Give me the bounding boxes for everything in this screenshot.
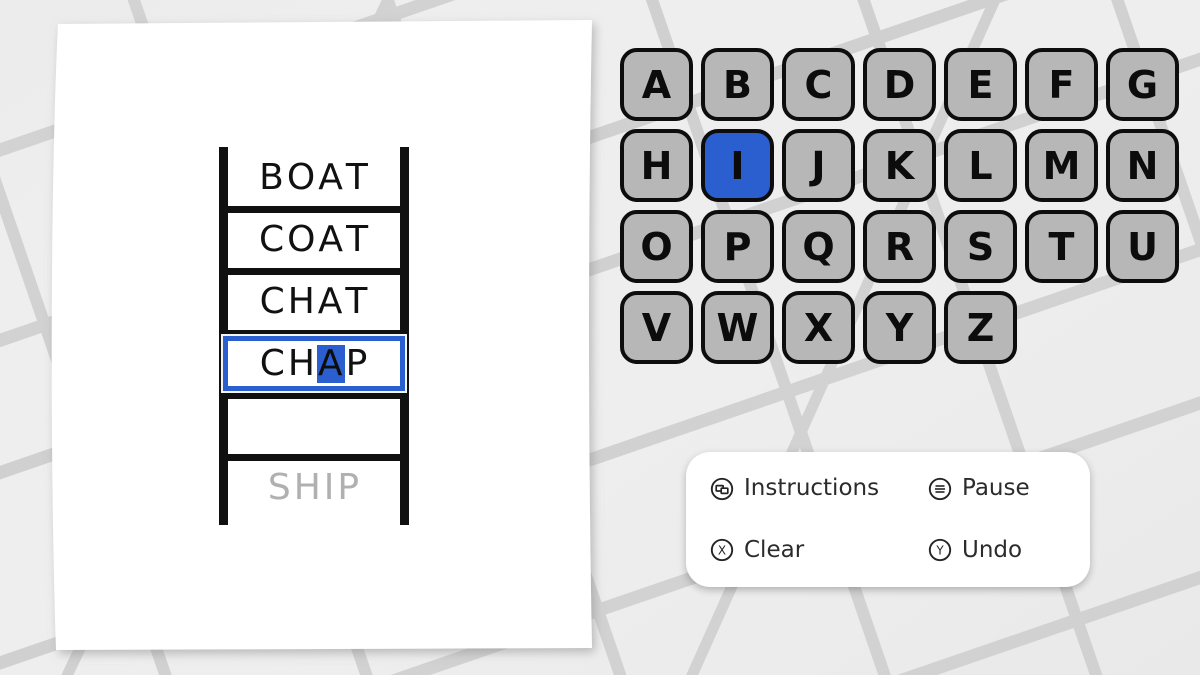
control-instructions[interactable]: Instructions xyxy=(710,477,928,501)
ladder-word: CHAT xyxy=(259,283,370,321)
key-u[interactable]: U xyxy=(1106,210,1179,283)
x-button-icon: X xyxy=(710,538,734,562)
letter: T xyxy=(344,283,369,321)
letter-keyboard[interactable]: ABCDEFG HIJKLMN OPQRSTU VWXYZ xyxy=(620,48,1184,372)
key-t[interactable]: T xyxy=(1025,210,1098,283)
key-m[interactable]: M xyxy=(1025,129,1098,202)
key-x[interactable]: X xyxy=(782,291,855,364)
control-label: Undo xyxy=(962,539,1022,562)
letter: A xyxy=(317,221,345,259)
letter: A xyxy=(317,159,345,197)
letter: C xyxy=(258,221,286,259)
control-label: Clear xyxy=(744,539,804,562)
ladder-word: SHIP xyxy=(267,469,361,507)
key-r[interactable]: R xyxy=(863,210,936,283)
key-n[interactable]: N xyxy=(1106,129,1179,202)
letter: H xyxy=(287,283,317,321)
ladder-word: COAT xyxy=(258,221,370,259)
letter: I xyxy=(323,469,337,507)
key-c[interactable]: C xyxy=(782,48,855,121)
letter: O xyxy=(286,159,317,197)
key-p[interactable]: P xyxy=(701,210,774,283)
ladder-row-target[interactable]: SHIP xyxy=(225,460,403,515)
y-button-icon: Y xyxy=(928,538,952,562)
svg-text:Y: Y xyxy=(935,544,944,558)
ladder-row-solved[interactable]: CHAT xyxy=(225,274,403,329)
controls-panel: Instructions Pause X Clear Y Undo xyxy=(686,452,1090,587)
key-o[interactable]: O xyxy=(620,210,693,283)
key-z[interactable]: Z xyxy=(944,291,1017,364)
ladder-row-solved[interactable]: COAT xyxy=(225,212,403,267)
letter: S xyxy=(267,469,293,507)
keyboard-row-1: ABCDEFG xyxy=(620,48,1184,121)
key-j[interactable]: J xyxy=(782,129,855,202)
letter: H xyxy=(293,469,323,507)
keyboard-row-2: HIJKLMN xyxy=(620,129,1184,202)
key-h[interactable]: H xyxy=(620,129,693,202)
key-y[interactable]: Y xyxy=(863,291,936,364)
ladder-word: BOAT xyxy=(258,159,370,197)
ladder-word: CHAP xyxy=(259,345,370,383)
keyboard-row-3: OPQRSTU xyxy=(620,210,1184,283)
letter-cursor: A xyxy=(317,345,345,383)
key-a[interactable]: A xyxy=(620,48,693,121)
key-e[interactable]: E xyxy=(944,48,1017,121)
key-s[interactable]: S xyxy=(944,210,1017,283)
control-label: Instructions xyxy=(744,477,879,500)
key-l[interactable]: L xyxy=(944,129,1017,202)
ladder-row-selected[interactable]: CHAP xyxy=(223,336,405,391)
key-q[interactable]: Q xyxy=(782,210,855,283)
key-k[interactable]: K xyxy=(863,129,936,202)
letter: A xyxy=(317,283,345,321)
letter: T xyxy=(345,159,370,197)
game-screen: BOATCOATCHATCHAPSHIP ABCDEFGHIJKLMNOPQRS… xyxy=(0,0,1200,675)
ladder-row-empty[interactable] xyxy=(225,398,403,453)
letter: T xyxy=(345,221,370,259)
key-v[interactable]: V xyxy=(620,291,693,364)
letter: O xyxy=(286,221,317,259)
control-pause[interactable]: Pause xyxy=(928,477,1114,501)
key-i[interactable]: I xyxy=(701,129,774,202)
control-label: Pause xyxy=(962,477,1030,500)
menu-button-icon xyxy=(928,477,952,501)
letter: C xyxy=(259,345,287,383)
svg-text:X: X xyxy=(718,544,726,558)
ladder-row-solved[interactable]: BOAT xyxy=(225,150,403,205)
word-ladder: BOATCOATCHATCHAPSHIP xyxy=(219,147,409,525)
letter: B xyxy=(258,159,286,197)
key-b[interactable]: B xyxy=(701,48,774,121)
key-d[interactable]: D xyxy=(863,48,936,121)
control-clear[interactable]: X Clear xyxy=(710,538,928,562)
key-w[interactable]: W xyxy=(701,291,774,364)
letter: P xyxy=(336,469,361,507)
letter: P xyxy=(345,345,370,383)
letter: C xyxy=(259,283,287,321)
key-g[interactable]: G xyxy=(1106,48,1179,121)
windows-button-icon xyxy=(710,477,734,501)
letter: H xyxy=(287,345,317,383)
control-undo[interactable]: Y Undo xyxy=(928,538,1114,562)
keyboard-row-4: VWXYZ xyxy=(620,291,1184,364)
key-f[interactable]: F xyxy=(1025,48,1098,121)
